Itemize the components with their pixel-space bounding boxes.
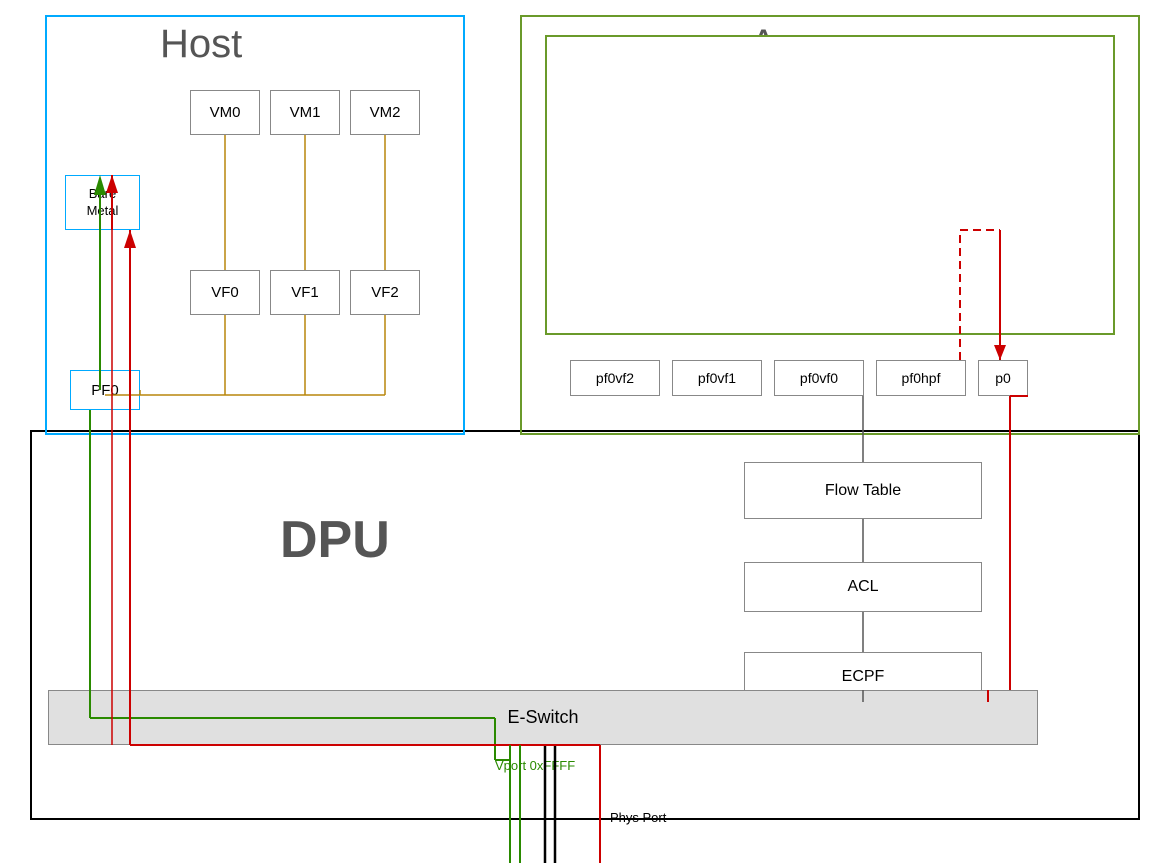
eswitch-box: E-Switch	[48, 690, 1038, 745]
vf0-box: VF0	[190, 270, 260, 315]
vm0-box: VM0	[190, 90, 260, 135]
dpu-label: DPU	[280, 510, 390, 570]
pf0vf1-box: pf0vf1	[672, 360, 762, 396]
pf0vf0-box: pf0vf0	[774, 360, 864, 396]
vport-label: Vport 0xFFFF	[495, 758, 575, 773]
host-label: Host	[160, 22, 242, 67]
diagram-container: DPU Host Arm ➜ ➜ vS Open vSwitch VM0 VM1	[0, 0, 1168, 863]
ovs-box: ➜ ➜ vS Open vSwitch	[545, 35, 1115, 335]
phys-port-label: Phys Port	[610, 810, 666, 825]
pf0hpf-box: pf0hpf	[876, 360, 966, 396]
vf1-box: VF1	[270, 270, 340, 315]
vm1-box: VM1	[270, 90, 340, 135]
vf2-box: VF2	[350, 270, 420, 315]
p0-box: p0	[978, 360, 1028, 396]
bare-metal-box: Bare Metal	[65, 175, 140, 230]
pf0-box: PF0	[70, 370, 140, 410]
pf0vf2-box: pf0vf2	[570, 360, 660, 396]
acl-box: ACL	[744, 562, 982, 612]
vm2-box: VM2	[350, 90, 420, 135]
flow-table-box: Flow Table	[744, 462, 982, 519]
